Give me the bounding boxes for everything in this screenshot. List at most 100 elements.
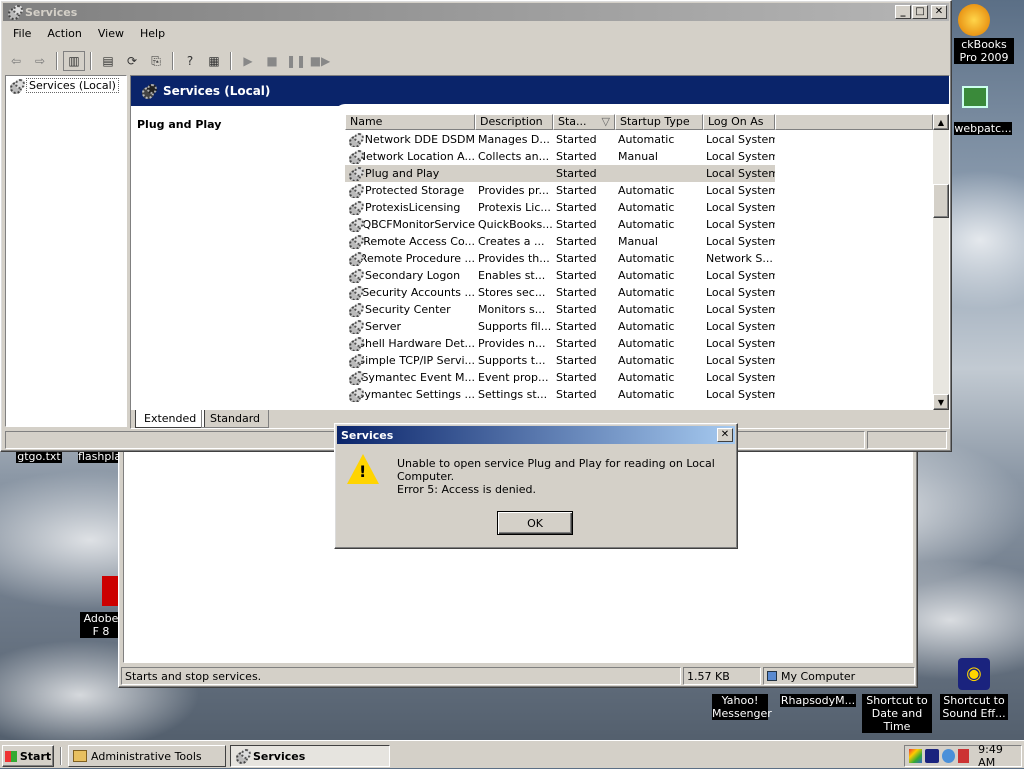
table-row[interactable]: Network DDE DSDM Manages D... Started Autom…: [345, 131, 775, 148]
row-status-cell: Started: [556, 150, 597, 163]
tray-broadcast-icon[interactable]: [925, 749, 939, 763]
start-button[interactable]: Start: [2, 745, 54, 767]
minimize-button[interactable]: _: [895, 5, 911, 19]
banner-curve: [335, 104, 949, 114]
row-status-cell: Started: [556, 354, 597, 367]
dialog-message: Unable to open service Plug and Play for…: [397, 457, 715, 483]
row-logon-cell: Local System: [706, 184, 775, 197]
row-name: Security Center: [365, 303, 451, 316]
column-description[interactable]: Description: [475, 114, 553, 130]
vertical-scrollbar[interactable]: ▲ ▼: [933, 114, 949, 410]
table-row[interactable]: Symantec Event M... Event prop... Started A…: [345, 369, 775, 386]
status-size: 1.57 KB: [683, 667, 761, 685]
back-arrow-icon[interactable]: ⇦: [5, 51, 27, 71]
column-startup-type[interactable]: Startup Type: [615, 114, 703, 130]
show-console-icon[interactable]: ▦: [203, 51, 225, 71]
services-window[interactable]: Services _ □ ✕ File Action View Help ⇦ ⇨…: [0, 0, 952, 452]
dialog-title-bar[interactable]: Services ✕: [337, 426, 735, 444]
service-gear-icon: [348, 302, 364, 317]
row-name-cell: Server: [345, 319, 475, 334]
pause-icon[interactable]: ❚❚: [285, 51, 307, 71]
start-label: Start: [19, 749, 52, 763]
row-startup-cell: Automatic: [618, 218, 675, 231]
table-row[interactable]: Secondary Logon Enables st... Started Autom…: [345, 267, 775, 284]
desktop-icon-rhapsody[interactable]: RhapsodyM...: [780, 694, 856, 707]
ok-button[interactable]: OK: [497, 511, 573, 535]
service-gear-icon: [348, 217, 364, 232]
row-desc-cell: Creates a ...: [478, 235, 545, 248]
row-logon-cell: Local System: [706, 388, 775, 401]
table-row[interactable]: Protected Storage Provides pr... Started Au…: [345, 182, 775, 199]
services-list[interactable]: Name Description Sta... ▽ Startup Type L…: [345, 114, 933, 410]
table-row[interactable]: Network Location A... Collects an... Start…: [345, 148, 775, 165]
service-gear-icon: [348, 251, 364, 266]
row-name-cell: Symantec Event M...: [345, 370, 475, 385]
services-gear-icon: [235, 749, 251, 764]
table-row[interactable]: Shell Hardware Det... Provides n... Starte…: [345, 335, 775, 352]
tray-network-icon[interactable]: [941, 749, 955, 763]
row-desc-cell: Supports t...: [478, 354, 546, 367]
row-name-cell: Secondary Logon: [345, 268, 475, 283]
row-status-cell: Started: [556, 269, 597, 282]
table-row[interactable]: QBCFMonitorService QuickBooks... Started Au…: [345, 216, 775, 233]
show-hide-tree-icon[interactable]: ▥: [63, 51, 85, 71]
tray-windows-icon[interactable]: [909, 749, 923, 763]
taskbar-button-admin-tools[interactable]: Administrative Tools: [68, 745, 226, 767]
row-name: Network DDE DSDM: [364, 133, 475, 146]
table-row[interactable]: ProtexisLicensing Protexis Lic... Started A…: [345, 199, 775, 216]
table-row[interactable]: Plug and Play Started Local System: [345, 165, 775, 182]
desktop-icon-datetime[interactable]: Shortcut to Date and Time: [862, 694, 932, 733]
row-name: QBCFMonitorService: [362, 218, 476, 231]
row-startup-cell: Automatic: [618, 269, 675, 282]
column-status[interactable]: Sta... ▽: [553, 114, 615, 130]
desktop-icon-label: Adobe F 8: [80, 612, 122, 638]
tray-shield-icon[interactable]: [957, 749, 970, 763]
table-row[interactable]: Server Supports fil... Started Automatic Loc…: [345, 318, 775, 335]
column-log-on-as[interactable]: Log On As: [703, 114, 775, 130]
help-icon[interactable]: ?: [179, 51, 201, 71]
menu-view[interactable]: View: [90, 25, 132, 45]
row-logon-cell: Local System: [706, 167, 775, 180]
table-row[interactable]: Remote Access Co... Creates a ... Started M…: [345, 233, 775, 250]
dialog-close-button[interactable]: ✕: [717, 428, 733, 442]
windows-logo-icon: [4, 750, 17, 762]
error-dialog[interactable]: Services ✕ ! Unable to open service Plug…: [334, 423, 738, 549]
stop-icon[interactable]: ■: [261, 51, 283, 71]
table-row[interactable]: Security Center Monitors s... Started Autom…: [345, 301, 775, 318]
menu-action[interactable]: Action: [39, 25, 89, 45]
tab-standard[interactable]: Standard: [201, 410, 270, 428]
tab-extended[interactable]: Extended: [135, 410, 206, 428]
column-name[interactable]: Name: [345, 114, 475, 130]
clock[interactable]: 9:49 AM: [978, 743, 1021, 769]
refresh-icon[interactable]: ⟳: [121, 51, 143, 71]
table-row[interactable]: Simple TCP/IP Servi... Supports t... Start…: [345, 352, 775, 369]
restart-icon[interactable]: ■▶: [309, 51, 331, 71]
table-row[interactable]: Symantec Settings ... Settings st... Start…: [345, 386, 775, 403]
service-gear-icon: [348, 132, 364, 147]
menu-file[interactable]: File: [5, 25, 39, 45]
scroll-down-button[interactable]: ▼: [933, 394, 949, 410]
table-row[interactable]: Remote Procedure ... Provides th... Starte…: [345, 250, 775, 267]
scroll-thumb[interactable]: [933, 184, 949, 218]
close-button[interactable]: ✕: [931, 5, 947, 19]
taskbar-button-label: Administrative Tools: [91, 749, 202, 763]
table-row[interactable]: Security Accounts ... Stores sec... Starte…: [345, 284, 775, 301]
export-list-icon[interactable]: ⎘: [145, 51, 167, 71]
menu-help[interactable]: Help: [132, 25, 173, 45]
service-gear-icon: [348, 336, 365, 351]
maximize-button[interactable]: □: [912, 5, 928, 19]
service-gear-icon: [348, 166, 364, 181]
desktop-icon-yahoo[interactable]: Yahoo! Messenger: [712, 694, 772, 720]
taskbar-button-services[interactable]: Services: [230, 745, 390, 767]
services-title-bar[interactable]: Services _ □ ✕: [3, 3, 949, 21]
row-logon-cell: Local System: [706, 337, 775, 350]
warning-exclamation: !: [359, 462, 367, 481]
scroll-up-button[interactable]: ▲: [933, 114, 949, 130]
forward-arrow-icon[interactable]: ⇨: [29, 51, 51, 71]
properties-icon[interactable]: ▤: [97, 51, 119, 71]
row-name: Symantec Settings ...: [357, 388, 475, 401]
selected-service-name: Plug and Play: [137, 118, 222, 131]
tree-item-services-local[interactable]: Services (Local): [9, 78, 119, 94]
row-startup-cell: Automatic: [618, 133, 675, 146]
play-icon[interactable]: ▶: [237, 51, 259, 71]
